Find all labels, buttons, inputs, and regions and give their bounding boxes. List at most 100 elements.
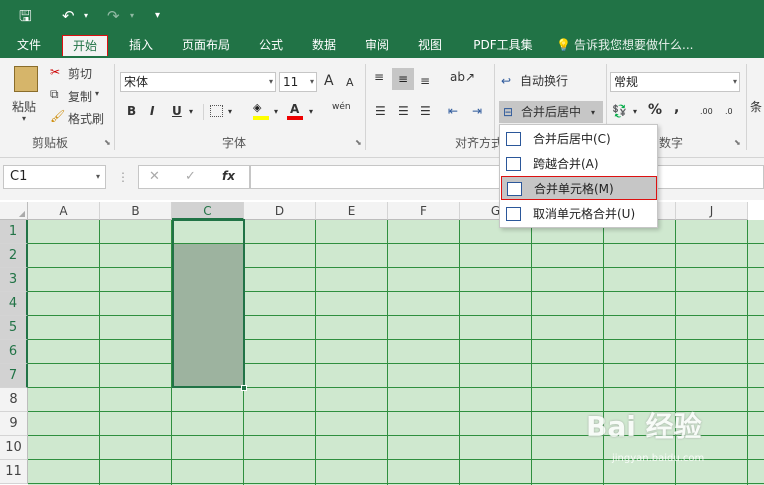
- scissors-icon: ✂: [50, 65, 61, 79]
- percent-button[interactable]: %: [648, 101, 662, 119]
- paste-icon[interactable]: [14, 66, 38, 92]
- tab-page-layout[interactable]: 页面布局: [173, 35, 239, 56]
- fill-color-swatch: [253, 116, 269, 120]
- phonetic-button[interactable]: wén: [332, 98, 351, 116]
- styles-partial-label[interactable]: 条: [750, 98, 762, 116]
- clipboard-launcher-icon[interactable]: ⬊: [104, 138, 111, 147]
- ribbon-tabs: 文件 开始 插入 页面布局 公式 数据 审阅 视图 PDF工具集 💡 告诉我您想…: [0, 32, 764, 58]
- shrink-font-button[interactable]: A: [346, 74, 354, 92]
- wrap-text-icon: ↩: [501, 74, 512, 88]
- column-header-j[interactable]: J: [676, 202, 748, 220]
- align-center-icon[interactable]: ☰: [398, 102, 409, 120]
- row-header-5[interactable]: 5: [0, 316, 28, 340]
- underline-dropdown-icon[interactable]: ▾: [189, 103, 193, 121]
- bold-button[interactable]: B: [127, 102, 136, 120]
- row-header-7[interactable]: 7: [0, 364, 28, 388]
- border-icon[interactable]: [210, 105, 223, 117]
- undo-icon[interactable]: ↶: [62, 6, 75, 26]
- row-header-6[interactable]: 6: [0, 340, 28, 364]
- comma-button[interactable]: ,: [674, 99, 679, 117]
- grow-font-button[interactable]: A: [324, 72, 334, 90]
- save-icon[interactable]: 🖫: [19, 6, 32, 26]
- border-dropdown-icon[interactable]: ▾: [228, 103, 232, 121]
- tab-pdf-tools[interactable]: PDF工具集: [463, 35, 543, 56]
- column-header-a[interactable]: A: [28, 202, 100, 220]
- divider: [746, 64, 747, 150]
- enter-icon[interactable]: ✓: [185, 169, 196, 184]
- paste-dropdown-icon[interactable]: ▾: [22, 114, 26, 123]
- merge-dropdown-icon[interactable]: ▾: [591, 104, 595, 122]
- merge-center-button[interactable]: ⊟ 合并后居中 ▾: [499, 101, 603, 123]
- row-header-2[interactable]: 2: [0, 244, 28, 268]
- cut-button[interactable]: 剪切: [68, 65, 92, 82]
- column-header-b[interactable]: B: [100, 202, 172, 220]
- column-header-d[interactable]: D: [244, 202, 316, 220]
- merge-cells-icon: [507, 182, 522, 196]
- tab-insert[interactable]: 插入: [120, 35, 162, 56]
- tab-file[interactable]: 文件: [8, 35, 50, 56]
- font-size-select[interactable]: 11 ▾: [279, 72, 317, 92]
- decrease-indent-icon[interactable]: ⇤: [448, 102, 458, 120]
- tab-view[interactable]: 视图: [409, 35, 451, 56]
- column-header-f[interactable]: F: [388, 202, 460, 220]
- redo-dropdown-icon[interactable]: ▾: [130, 6, 134, 26]
- baidu-watermark: Bai 经验: [586, 410, 702, 443]
- menu-item-merge-cells[interactable]: 合并单元格(M): [501, 176, 657, 200]
- italic-button[interactable]: I: [150, 102, 154, 120]
- column-header-c[interactable]: C: [172, 202, 244, 220]
- column-header-e[interactable]: E: [316, 202, 388, 220]
- wrap-text-button[interactable]: 自动换行: [520, 72, 568, 90]
- increase-decimal-button[interactable]: .00: [700, 103, 713, 121]
- align-left-icon[interactable]: ☰: [375, 102, 386, 120]
- row-header-9[interactable]: 9: [0, 412, 28, 436]
- font-launcher-icon[interactable]: ⬊: [355, 138, 362, 147]
- drag-handle-icon[interactable]: ⋮: [117, 170, 129, 184]
- accounting-dropdown-icon[interactable]: ▾: [633, 103, 637, 121]
- decrease-decimal-button[interactable]: .0: [725, 103, 733, 121]
- menu-item-unmerge[interactable]: 取消单元格合并(U): [501, 202, 657, 226]
- redo-icon[interactable]: ↷: [107, 6, 120, 26]
- row-header-10[interactable]: 10: [0, 436, 28, 460]
- insert-function-icon[interactable]: fx: [222, 169, 235, 183]
- font-name-select[interactable]: 宋体 ▾: [120, 72, 276, 92]
- align-bottom-icon[interactable]: ≡: [420, 72, 430, 90]
- copy-button[interactable]: 复制: [68, 88, 92, 105]
- orientation-icon[interactable]: ab↗: [450, 68, 475, 86]
- row-header-4[interactable]: 4: [0, 292, 28, 316]
- row-header-11[interactable]: 11: [0, 460, 28, 484]
- increase-indent-icon[interactable]: ⇥: [472, 102, 482, 120]
- align-middle-icon[interactable]: ≡: [392, 68, 414, 90]
- align-top-icon[interactable]: ≡: [374, 68, 384, 86]
- select-all-corner[interactable]: ◢: [0, 202, 28, 220]
- cancel-icon[interactable]: ✕: [149, 169, 160, 184]
- format-painter-button[interactable]: 格式刷: [68, 110, 104, 127]
- tell-me-box[interactable]: 告诉我您想要做什么...: [574, 35, 704, 56]
- tab-formulas[interactable]: 公式: [250, 35, 292, 56]
- row-header-1[interactable]: 1: [0, 220, 28, 244]
- name-box[interactable]: C1 ▾: [3, 165, 106, 189]
- tab-home[interactable]: 开始: [62, 35, 108, 56]
- number-format-select[interactable]: 常规 ▾: [610, 72, 740, 92]
- menu-item-label: 跨越合并(A): [533, 157, 599, 171]
- paste-button[interactable]: 粘贴: [12, 98, 36, 115]
- fill-color-icon[interactable]: ◈: [253, 102, 269, 114]
- number-launcher-icon[interactable]: ⬊: [734, 138, 741, 147]
- accounting-format-icon[interactable]: 💱: [612, 102, 627, 120]
- underline-button[interactable]: U: [172, 102, 182, 120]
- align-right-icon[interactable]: ☰: [420, 102, 431, 120]
- merge-center-label: 合并后居中: [521, 105, 582, 119]
- menu-item-merge-center[interactable]: 合并后居中(C): [501, 127, 657, 151]
- font-color-dropdown-icon[interactable]: ▾: [309, 103, 313, 121]
- customize-qat-icon[interactable]: ▾: [155, 6, 160, 26]
- merge-center-icon: [506, 132, 521, 146]
- menu-item-merge-across[interactable]: 跨越合并(A): [501, 152, 657, 176]
- copy-dropdown-icon[interactable]: ▾: [95, 89, 99, 98]
- fill-handle[interactable]: [241, 385, 247, 391]
- tab-review[interactable]: 审阅: [356, 35, 398, 56]
- tab-data[interactable]: 数据: [303, 35, 345, 56]
- cell-area[interactable]: [28, 220, 764, 485]
- row-header-3[interactable]: 3: [0, 268, 28, 292]
- row-header-8[interactable]: 8: [0, 388, 28, 412]
- fill-color-dropdown-icon[interactable]: ▾: [274, 103, 278, 121]
- undo-dropdown-icon[interactable]: ▾: [84, 6, 88, 26]
